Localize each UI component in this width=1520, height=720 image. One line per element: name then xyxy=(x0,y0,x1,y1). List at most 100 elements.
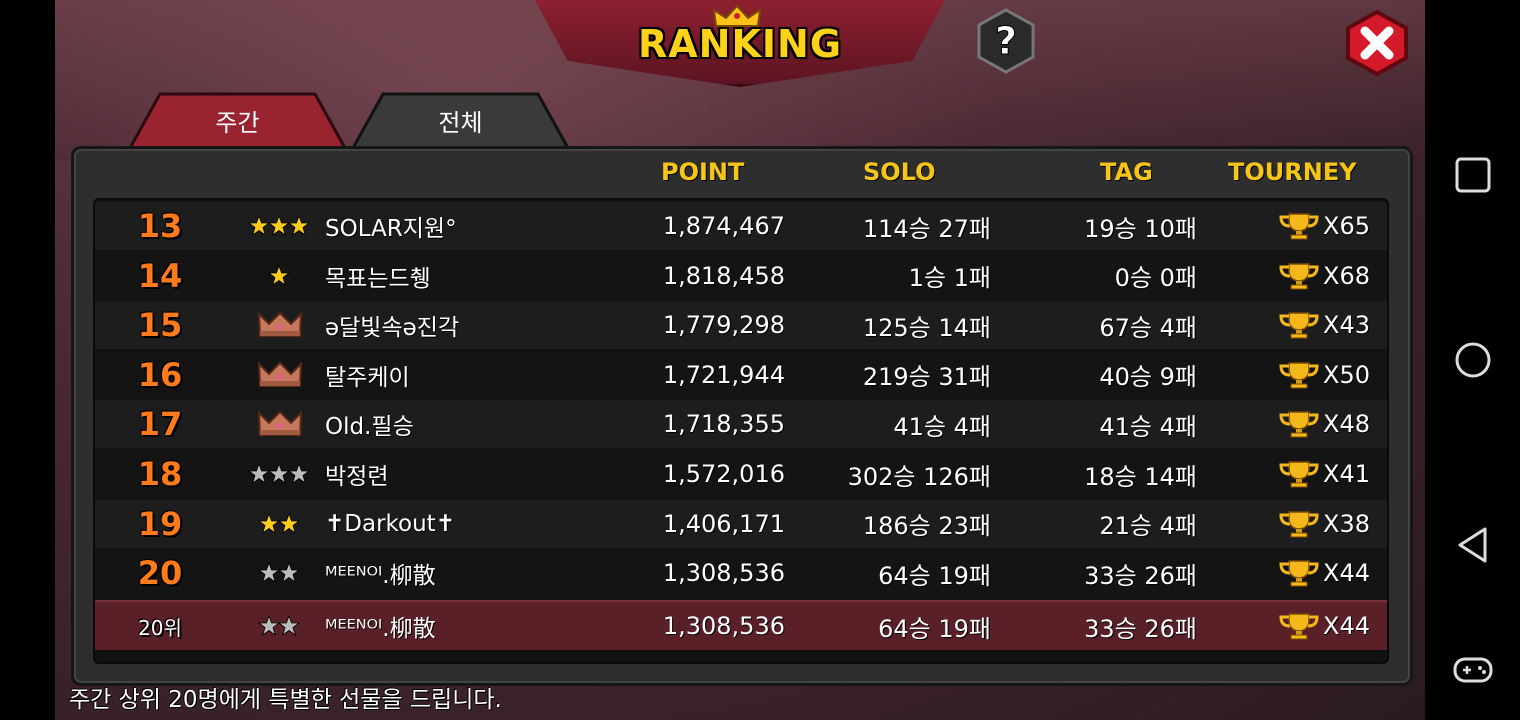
star-badge-icon xyxy=(248,215,311,237)
gamepad-icon xyxy=(1453,657,1493,683)
column-header-solo: SOLO xyxy=(863,158,936,186)
table-row[interactable]: 17 Old.필승 1,718,355 41승 4패 41승 4패 X48 xyxy=(95,400,1387,449)
tourney-count: X65 xyxy=(1255,202,1370,250)
crown-badge-icon xyxy=(257,311,303,338)
tag-record: 19승 10패 xyxy=(1084,214,1197,243)
page-title: RANKING xyxy=(637,22,843,66)
trophy-icon xyxy=(1279,613,1319,640)
point-value: 1,721,944 xyxy=(662,360,785,389)
player-name: 박정련 xyxy=(325,464,389,490)
star-badge-icon xyxy=(258,615,301,637)
rank-number: 13 xyxy=(137,207,183,245)
table-row[interactable]: 16 탈주케이 1,721,944 219승 31패 40승 9패 X50 xyxy=(95,350,1387,399)
footer-notice: 주간 상위 20명에게 특별한 선물을 드립니다. xyxy=(69,687,502,713)
trophy-icon xyxy=(1279,461,1319,488)
point-value: 1,572,016 xyxy=(662,460,785,488)
player-name: 목표는드췡 xyxy=(325,265,431,292)
game-screen: RANKING ? 주간 전체 POINT SOLO TAG TOURNEY 1… xyxy=(55,0,1425,720)
table-row[interactable]: 20 ᴹᴱᴱᴺᴼᴵ.柳散 1,308,536 64승 19패 33승 26패 X… xyxy=(95,549,1387,598)
tag-record: 41승 4패 xyxy=(1099,412,1197,441)
player-name: 탈주케이 xyxy=(325,364,410,391)
tourney-count: X41 xyxy=(1255,450,1370,498)
point-value: 1,718,355 xyxy=(662,410,785,439)
player-name: ᴹᴱᴱᴺᴼᴵ.柳散 xyxy=(325,563,436,590)
tag-record: 21승 4패 xyxy=(1099,512,1197,541)
tourney-count: X44 xyxy=(1255,602,1370,650)
tourney-count-label: X41 xyxy=(1323,460,1370,488)
rank-badge xyxy=(225,301,335,349)
solo-record: 114승 27패 xyxy=(862,214,991,243)
tourney-count-label: X48 xyxy=(1323,410,1370,439)
home-button[interactable] xyxy=(1453,340,1493,380)
star-badge-icon xyxy=(258,512,301,534)
tourney-count: X50 xyxy=(1255,351,1370,399)
solo-record: 219승 31패 xyxy=(862,363,991,392)
rank-badge xyxy=(225,450,335,498)
my-rank-row[interactable]: 20위 ᴹᴱᴱᴺᴼᴵ.柳散 1,308,536 64승 19패 33승 26패 … xyxy=(95,600,1387,650)
table-row[interactable]: 18 박정련 1,572,016 302승 126패 18승 14패 X41 xyxy=(95,450,1387,498)
back-button[interactable] xyxy=(1453,525,1493,565)
point-value: 1,779,298 xyxy=(662,311,785,340)
tag-record: 18승 14패 xyxy=(1084,462,1197,491)
column-header-tag: TAG xyxy=(1100,158,1153,186)
column-header-point: POINT xyxy=(661,158,745,186)
player-name: SOLAR지원° xyxy=(325,216,457,242)
player-name: ✝Darkout✝ xyxy=(325,510,455,537)
table-row[interactable]: 13 SOLAR지원° 1,874,467 114승 27패 19승 10패 X… xyxy=(95,202,1387,250)
table-row[interactable]: 19 ✝Darkout✝ 1,406,171 186승 23패 21승 4패 X… xyxy=(95,499,1387,548)
system-nav-bar xyxy=(1425,0,1520,720)
rank-badge xyxy=(225,351,335,399)
tag-record: 33승 26패 xyxy=(1084,614,1197,643)
trophy-icon xyxy=(1279,560,1319,587)
close-button[interactable] xyxy=(1342,9,1412,77)
point-value: 1,818,458 xyxy=(662,261,785,290)
rank-badge xyxy=(225,500,335,548)
tab-all[interactable]: 전체 xyxy=(353,92,568,148)
rank-number: 18 xyxy=(137,455,183,493)
circle-icon xyxy=(1455,342,1491,378)
tag-record: 33승 26패 xyxy=(1084,561,1197,590)
rank-number: 17 xyxy=(137,405,183,444)
rank-number: 20 xyxy=(137,554,183,593)
tab-weekly[interactable]: 주간 xyxy=(130,92,345,148)
rank-number: 14 xyxy=(137,256,183,295)
tourney-count-label: X44 xyxy=(1323,559,1370,588)
tourney-count: X68 xyxy=(1255,252,1370,300)
star-badge-icon xyxy=(248,463,311,485)
rank-badge xyxy=(225,549,335,597)
game-controller-button[interactable] xyxy=(1453,650,1493,690)
trophy-icon xyxy=(1279,510,1319,538)
player-name: ᴹᴱᴱᴺᴼᴵ.柳散 xyxy=(325,616,436,642)
point-value: 1,874,467 xyxy=(662,212,785,240)
help-button[interactable]: ? xyxy=(973,8,1039,74)
solo-record: 302승 126패 xyxy=(847,462,991,491)
rank-badge xyxy=(225,602,335,650)
trophy-icon xyxy=(1279,362,1319,389)
tab-weekly-label: 주간 xyxy=(215,108,260,137)
tourney-count-label: X44 xyxy=(1323,612,1370,640)
solo-record: 64승 19패 xyxy=(878,614,991,643)
trophy-icon xyxy=(1279,213,1319,240)
tourney-count-label: X65 xyxy=(1323,212,1370,240)
tourney-count-label: X38 xyxy=(1323,509,1370,538)
tourney-count-label: X50 xyxy=(1323,360,1370,389)
solo-record: 64승 19패 xyxy=(878,561,991,590)
solo-record: 125승 14패 xyxy=(862,313,991,342)
table-row[interactable]: 15 ə달빛속ə진각 1,779,298 125승 14패 67승 4패 X43 xyxy=(95,301,1387,350)
crown-badge-icon xyxy=(257,361,303,387)
rank-badge xyxy=(225,400,335,448)
recents-button[interactable] xyxy=(1453,155,1493,195)
ranking-list[interactable]: 13 SOLAR지원° 1,874,467 114승 27패 19승 10패 X… xyxy=(93,198,1389,664)
table-row[interactable]: 14 목표는드췡 1,818,458 1승 1패 0승 0패 X68 xyxy=(95,251,1387,300)
solo-record: 1승 1패 xyxy=(908,264,991,293)
tourney-count: X38 xyxy=(1255,500,1370,548)
square-icon xyxy=(1455,157,1491,193)
svg-text:?: ? xyxy=(995,19,1017,63)
trophy-icon xyxy=(1279,312,1319,339)
tourney-count: X43 xyxy=(1255,301,1370,349)
tourney-count: X44 xyxy=(1255,549,1370,597)
tab-all-label: 전체 xyxy=(438,108,483,137)
rank-badge xyxy=(225,252,335,300)
column-header-tourney: TOURNEY xyxy=(1228,158,1357,186)
player-name: ə달빛속ə진각 xyxy=(325,315,460,342)
